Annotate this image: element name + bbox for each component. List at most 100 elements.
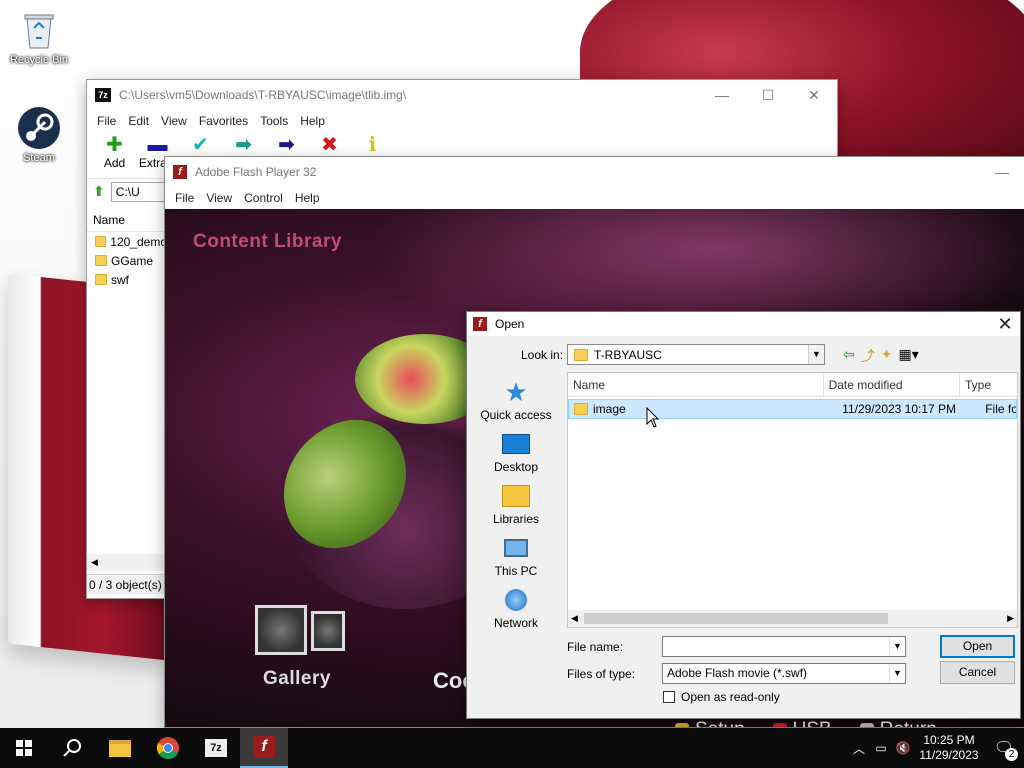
file-row[interactable]: image 11/29/2023 10:17 PM File fo: [568, 399, 1017, 419]
flash-titlebar[interactable]: f Adobe Flash Player 32 —: [165, 157, 1024, 187]
places-bar: ★ Quick access Desktop Libraries This PC…: [475, 372, 557, 632]
desktop-icon-steam[interactable]: Steam: [7, 106, 71, 164]
photo-thumbnail-icon: [255, 605, 307, 655]
dialog-title: Open: [495, 317, 525, 331]
menu-favorites[interactable]: Favorites: [193, 114, 254, 128]
up-folder-icon[interactable]: ⬆: [93, 183, 105, 200]
content-library-title: Content Library: [193, 231, 342, 252]
list-item-label: swf: [111, 272, 129, 287]
list-item[interactable]: 120_demo: [87, 232, 167, 251]
column-header-name[interactable]: Name: [87, 208, 167, 232]
desktop-icon-label: Steam: [23, 152, 55, 164]
notifications-button[interactable]: 🗨 2: [984, 738, 1024, 761]
return-button[interactable]: Return: [859, 719, 937, 727]
chevron-down-icon[interactable]: ▼: [808, 345, 824, 364]
column-header-name[interactable]: Name: [568, 373, 824, 396]
add-button[interactable]: ✚ Add: [93, 132, 136, 170]
taskbar-flash-player[interactable]: f: [240, 728, 288, 768]
column-header-date[interactable]: Date modified: [824, 373, 961, 396]
menu-control[interactable]: Control: [238, 191, 289, 205]
file-explorer-icon: [109, 739, 131, 757]
copy-button[interactable]: ➡: [222, 132, 265, 156]
scrollbar-thumb[interactable]: [584, 613, 888, 624]
maximize-button[interactable]: ☐: [745, 80, 791, 110]
menu-tools[interactable]: Tools: [254, 114, 294, 128]
chrome-icon: [156, 737, 179, 759]
folder-icon: [95, 236, 107, 247]
return-label: Return: [880, 719, 937, 727]
close-button[interactable]: ✕: [791, 80, 837, 110]
look-in-row: Look in: T-RBYAUSC ▼ ⇦ ⤴ ✦ ▦▾: [467, 344, 1020, 366]
open-button[interactable]: Open: [940, 635, 1015, 658]
move-button[interactable]: ➡: [265, 132, 308, 156]
7zip-menubar: File Edit View Favorites Tools Help: [87, 110, 837, 132]
gallery-button[interactable]: Gallery: [263, 668, 331, 690]
place-network[interactable]: Network: [475, 580, 557, 632]
7zip-app-icon: 7z: [95, 88, 111, 102]
place-quick-access[interactable]: ★ Quick access: [475, 372, 557, 424]
7zip-titlebar[interactable]: 7z C:\Users\vm5\Downloads\T-RBYAUSC\imag…: [87, 80, 837, 110]
horizontal-scrollbar[interactable]: ◀ ▶: [568, 610, 1017, 627]
this-pc-icon: [501, 534, 531, 562]
open-dialog-titlebar[interactable]: f Open ✕: [467, 312, 1020, 336]
star-icon: ★: [504, 376, 528, 407]
place-libraries[interactable]: Libraries: [475, 476, 557, 528]
menu-file[interactable]: File: [169, 191, 200, 205]
minus-icon: ▬: [147, 134, 168, 156]
column-header-type[interactable]: Type: [960, 373, 1017, 396]
read-only-label: Open as read-only: [681, 690, 780, 704]
minimize-button[interactable]: —: [699, 80, 745, 110]
up-folder-icon[interactable]: ⤴: [861, 346, 875, 366]
menu-help[interactable]: Help: [289, 191, 326, 205]
close-icon[interactable]: ✕: [990, 314, 1020, 335]
taskbar-file-explorer[interactable]: [96, 728, 144, 768]
window-title: C:\Users\vm5\Downloads\T-RBYAUSC\image\t…: [119, 88, 407, 102]
address-input[interactable]: C:\U: [110, 181, 171, 202]
look-in-combo[interactable]: T-RBYAUSC ▼: [567, 344, 825, 365]
copy-icon: ➡: [235, 134, 252, 156]
back-icon[interactable]: ⇦: [843, 346, 855, 366]
usb-button[interactable]: USB: [772, 719, 832, 727]
scroll-left-icon[interactable]: ◀: [568, 613, 578, 624]
list-item[interactable]: GGame: [87, 251, 167, 270]
place-desktop[interactable]: Desktop: [475, 424, 557, 476]
taskbar-7zip[interactable]: 7z: [192, 728, 240, 768]
menu-file[interactable]: File: [91, 114, 122, 128]
desktop-icon-recycle-bin[interactable]: Recycle Bin: [7, 8, 71, 66]
horizontal-scrollbar[interactable]: ◀: [87, 554, 167, 571]
network-tray-icon[interactable]: ▭: [870, 741, 892, 755]
clock-date: 11/29/2023: [919, 748, 979, 762]
start-button[interactable]: [0, 728, 48, 768]
place-label: Quick access: [480, 408, 552, 422]
folder-icon: [95, 255, 107, 266]
taskbar-chrome[interactable]: [144, 728, 192, 768]
setup-button[interactable]: Setup: [675, 719, 745, 727]
gallery-thumbnails[interactable]: [255, 605, 345, 655]
info-button[interactable]: ℹ: [351, 132, 394, 156]
scroll-right-icon[interactable]: ▶: [1007, 613, 1017, 624]
file-type-select[interactable]: Adobe Flash movie (*.swf) ▼: [662, 663, 906, 684]
test-button[interactable]: ✔: [179, 132, 222, 156]
chevron-down-icon[interactable]: ▼: [889, 637, 905, 656]
read-only-checkbox[interactable]: [663, 691, 675, 703]
file-name-input[interactable]: ▼: [662, 636, 906, 657]
place-this-pc[interactable]: This PC: [475, 528, 557, 580]
volume-muted-icon[interactable]: 🔇: [892, 741, 914, 755]
menu-view[interactable]: View: [200, 191, 238, 205]
clock[interactable]: 10:25 PM 11/29/2023: [914, 733, 984, 763]
search-button[interactable]: [48, 728, 96, 768]
view-menu-icon[interactable]: ▦▾: [898, 346, 918, 366]
chevron-up-icon[interactable]: ︿: [848, 740, 870, 757]
menu-edit[interactable]: Edit: [122, 114, 155, 128]
menu-help[interactable]: Help: [294, 114, 331, 128]
read-only-checkbox-row[interactable]: Open as read-only: [663, 690, 780, 704]
scroll-left-icon[interactable]: ◀: [87, 557, 98, 567]
cancel-button[interactable]: Cancel: [940, 661, 1015, 684]
new-folder-icon[interactable]: ✦: [881, 346, 893, 366]
list-item[interactable]: swf: [87, 270, 167, 289]
recycle-bin-icon: [17, 8, 61, 52]
minimize-button[interactable]: —: [979, 157, 1024, 187]
delete-button[interactable]: ✖: [308, 132, 351, 156]
chevron-down-icon[interactable]: ▼: [889, 664, 905, 683]
menu-view[interactable]: View: [155, 114, 193, 128]
